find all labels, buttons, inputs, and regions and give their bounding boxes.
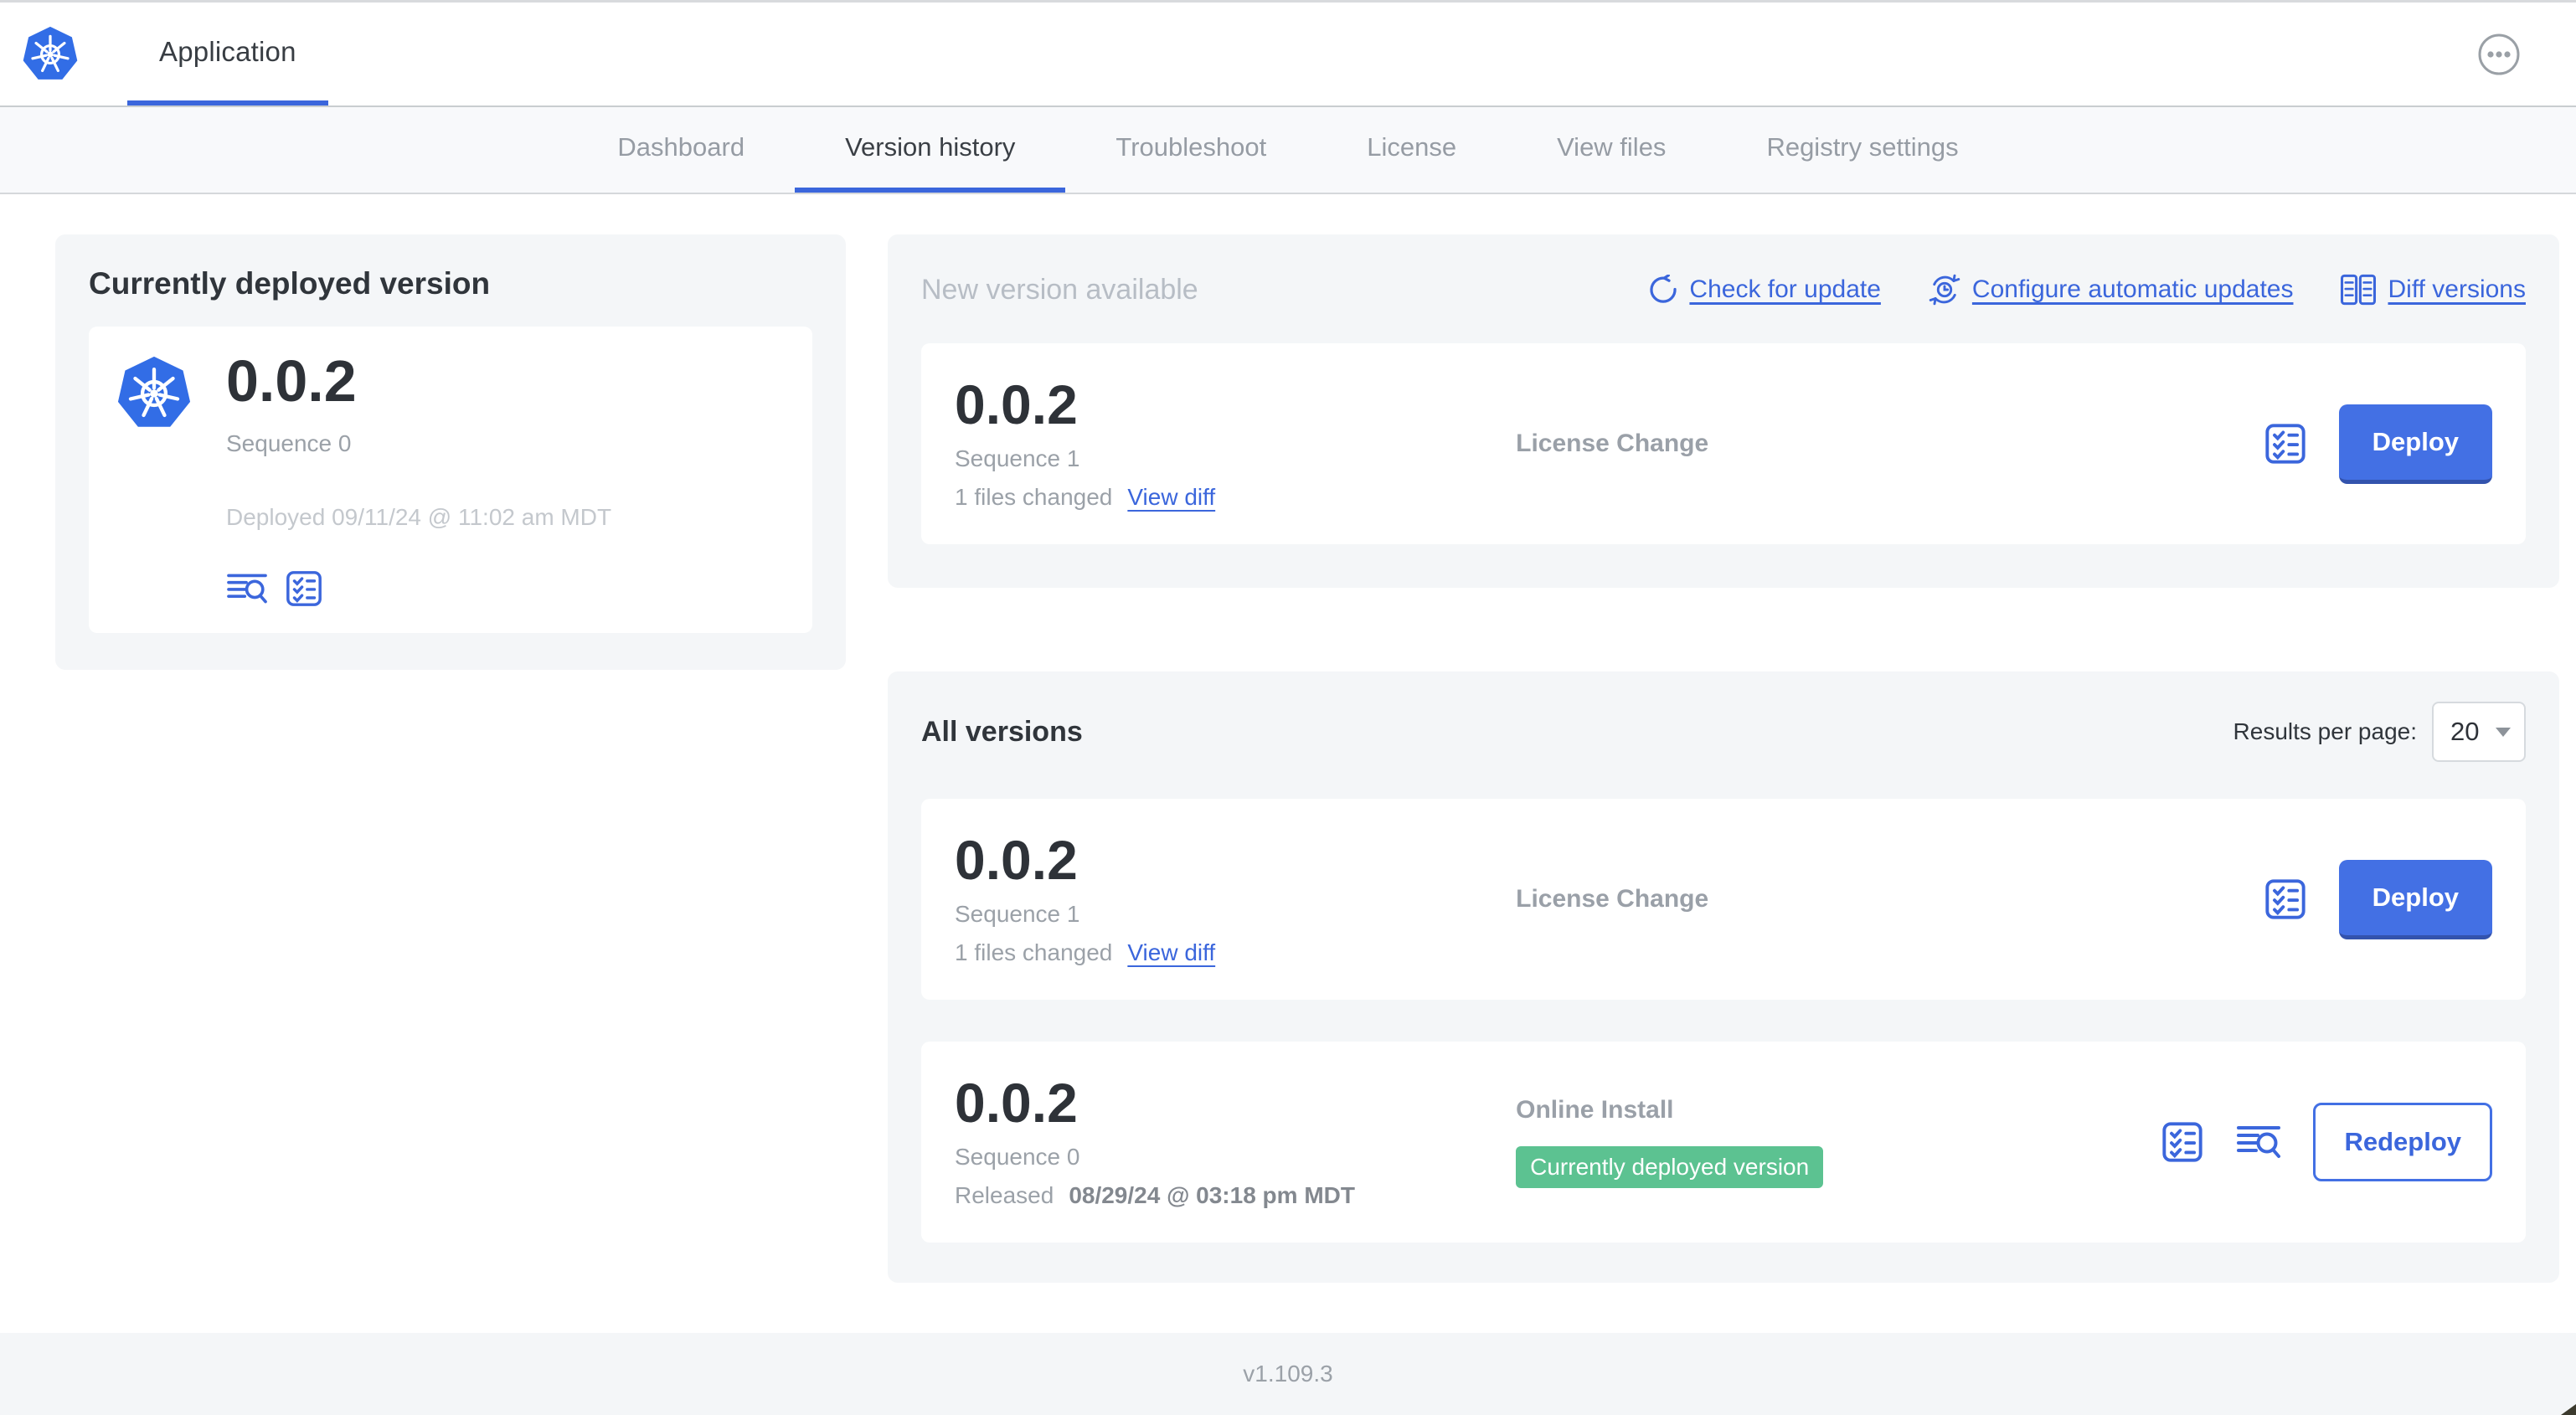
view-deploy-logs-button[interactable]: [226, 570, 268, 607]
new-version-row: 0.0.2 Sequence 1 1 files changed View di…: [921, 343, 2526, 544]
tab-label: View files: [1557, 132, 1667, 162]
new-version-card: New version available Check for update C…: [888, 234, 2559, 588]
tab-label: Version history: [845, 132, 1016, 162]
chevron-down-icon: [2496, 727, 2511, 737]
version-actions: Deploy: [2264, 859, 2492, 939]
current-version-card: Currently deployed version 0.0.2 Sequenc…: [55, 234, 846, 670]
version-source: License Change: [1516, 430, 2264, 458]
version-sequence: Sequence 1: [955, 445, 1080, 471]
deploy-logs-icon: [226, 570, 268, 607]
tab-license[interactable]: License: [1316, 107, 1507, 193]
view-deploy-logs-button[interactable]: [2236, 1122, 2281, 1162]
check-for-update-link[interactable]: Check for update: [1648, 275, 1881, 305]
all-versions-title: All versions: [921, 715, 1083, 748]
new-version-header: New version available Check for update C…: [921, 273, 2526, 306]
tab-version-history[interactable]: Version history: [795, 107, 1066, 193]
view-diff-link[interactable]: View diff: [1127, 484, 1215, 511]
deploy-button[interactable]: Deploy: [2338, 404, 2492, 484]
kubernetes-app-icon: [114, 352, 194, 435]
version-actions: Deploy: [2264, 404, 2492, 484]
main-content: Currently deployed version 0.0.2 Sequenc…: [0, 194, 2576, 1283]
current-version-actions: [226, 569, 611, 608]
tab-troubleshoot[interactable]: Troubleshoot: [1065, 107, 1316, 193]
app-title: Application: [159, 35, 296, 67]
preflight-checklist-icon: [285, 569, 323, 608]
released-label: Released: [955, 1182, 1054, 1208]
preflight-checks-button[interactable]: [2264, 877, 2307, 921]
tab-label: Dashboard: [617, 132, 745, 162]
all-versions-card: All versions Results per page: 20 0.0.2 …: [888, 671, 2559, 1283]
app-header: Application: [0, 3, 2576, 107]
version-sequence: Sequence 0: [955, 1144, 1080, 1170]
current-version-title: Currently deployed version: [89, 266, 491, 301]
version-number: 0.0.2: [955, 1072, 1078, 1134]
configure-automatic-updates-label: Configure automatic updates: [1971, 275, 2294, 303]
clock-sync-icon: [1928, 273, 1961, 306]
current-deployed-timestamp: Deployed 09/11/24 @ 11:02 am MDT: [226, 504, 612, 530]
app-tab-application[interactable]: Application: [127, 3, 328, 105]
current-version-number: 0.0.2: [226, 348, 357, 414]
released-timestamp: 08/29/24 @ 03:18 pm MDT: [1069, 1182, 1355, 1208]
results-per-page-label: Results per page:: [2233, 718, 2417, 744]
preflight-checks-button[interactable]: [285, 569, 323, 608]
app-footer: v1.109.3: [0, 1333, 2576, 1415]
tab-label: License: [1367, 132, 1457, 162]
version-row: 0.0.2 Sequence 0 Released 08/29/24 @ 03:…: [921, 1042, 2526, 1243]
deploy-button[interactable]: Deploy: [2338, 859, 2492, 939]
tab-label: Registry settings: [1766, 132, 1959, 162]
diff-versions-link[interactable]: Diff versions: [2340, 274, 2526, 306]
version-history-column: New version available Check for update C…: [888, 234, 2559, 1283]
files-changed: 1 files changed: [955, 484, 1113, 510]
new-version-title: New version available: [921, 273, 1198, 306]
preflight-checklist-icon: [2264, 877, 2307, 921]
diff-versions-label: Diff versions: [2388, 275, 2526, 303]
version-row: 0.0.2 Sequence 1 1 files changed View di…: [921, 799, 2526, 1000]
all-versions-header: All versions Results per page: 20: [921, 702, 2526, 762]
redeploy-button[interactable]: Redeploy: [2313, 1103, 2492, 1181]
currently-deployed-badge: Currently deployed version: [1516, 1146, 1824, 1188]
refresh-icon: [1648, 275, 1678, 305]
results-per-page-value: 20: [2450, 717, 2480, 746]
check-for-update-label: Check for update: [1689, 275, 1881, 303]
preflight-checklist-icon: [2264, 422, 2307, 466]
version-source: License Change: [1516, 885, 2264, 913]
tab-view-files[interactable]: View files: [1507, 107, 1716, 193]
version-number: 0.0.2: [955, 373, 1078, 435]
version-info: 0.0.2 Sequence 1 1 files changed View di…: [955, 832, 1516, 966]
tab-dashboard[interactable]: Dashboard: [567, 107, 795, 193]
preflight-checklist-icon: [2161, 1120, 2204, 1164]
version-sequence: Sequence 1: [955, 901, 1080, 927]
current-version-detail: 0.0.2 Sequence 0 Deployed 09/11/24 @ 11:…: [89, 327, 812, 633]
version-number: 0.0.2: [955, 829, 1078, 891]
files-changed: 1 files changed: [955, 939, 1113, 965]
version-info: 0.0.2 Sequence 1 1 files changed View di…: [955, 377, 1516, 511]
tab-label: Troubleshoot: [1115, 132, 1267, 162]
version-info: 0.0.2 Sequence 0 Released 08/29/24 @ 03:…: [955, 1075, 1516, 1209]
version-actions: Redeploy: [2161, 1103, 2492, 1181]
console-version: v1.109.3: [1243, 1361, 1333, 1387]
source-label: Online Install: [1516, 1096, 1674, 1124]
preflight-checks-button[interactable]: [2161, 1120, 2204, 1164]
nav-tabbar: Dashboard Version history Troubleshoot L…: [0, 107, 2576, 194]
update-links: Check for update Configure automatic upd…: [1648, 273, 2526, 306]
source-label: License Change: [1516, 885, 1709, 913]
results-per-page: Results per page: 20: [2233, 702, 2526, 762]
current-sequence: Sequence 0: [226, 430, 352, 456]
diff-icon: [2340, 274, 2377, 306]
configure-automatic-updates-link[interactable]: Configure automatic updates: [1928, 273, 2294, 306]
results-per-page-select[interactable]: 20: [2432, 702, 2526, 762]
source-label: License Change: [1516, 430, 1709, 457]
tab-registry-settings[interactable]: Registry settings: [1716, 107, 2008, 193]
ellipsis-icon: [2477, 33, 2521, 76]
deploy-logs-icon: [2236, 1122, 2281, 1162]
kubernetes-logo-icon: [20, 23, 80, 85]
view-diff-link[interactable]: View diff: [1127, 939, 1215, 966]
version-source: Online Install Currently deployed versio…: [1516, 1096, 2161, 1188]
preflight-checks-button[interactable]: [2264, 422, 2307, 466]
overflow-menu-button[interactable]: [2477, 33, 2521, 76]
